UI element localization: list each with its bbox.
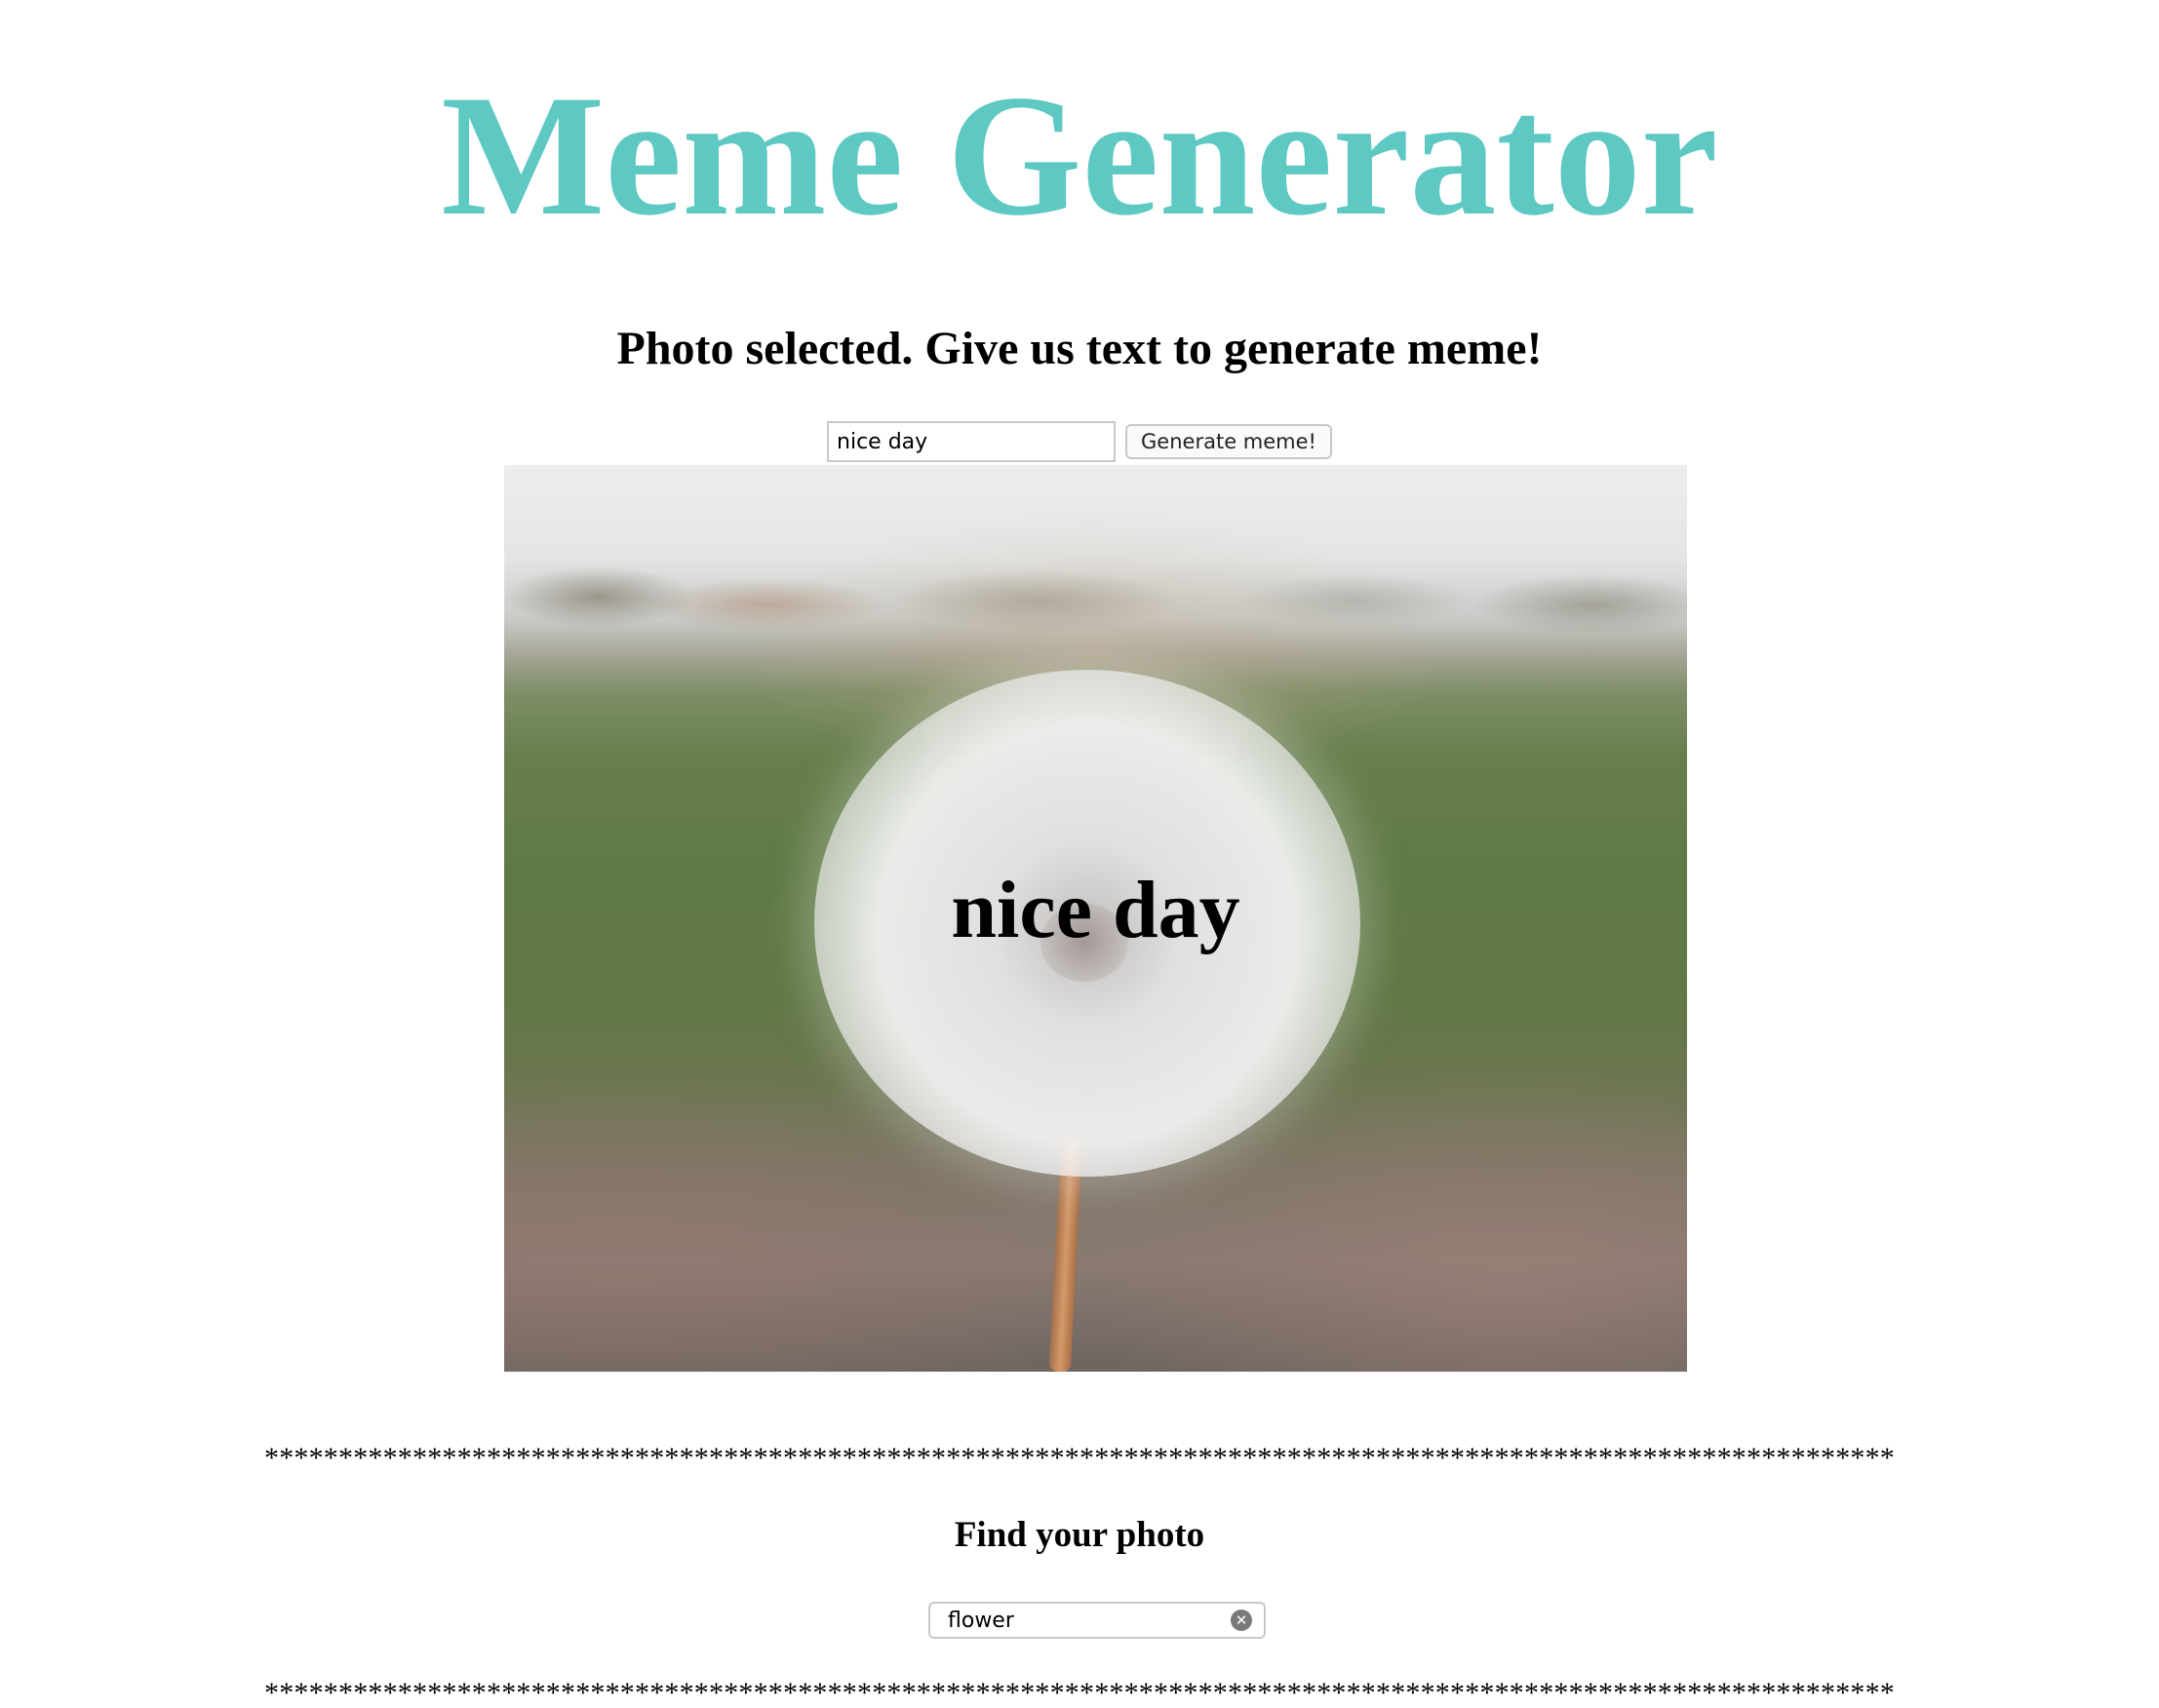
meme-caption: nice day	[951, 865, 1240, 955]
background-trees	[504, 558, 1687, 636]
find-photo-heading: Find your photo	[954, 1515, 1205, 1555]
clear-icon[interactable]: ✕	[1231, 1610, 1252, 1631]
meme-text-input[interactable]	[827, 421, 1117, 462]
generate-meme-button[interactable]: Generate meme!	[1125, 424, 1332, 459]
photo-search-field: ✕	[928, 1602, 1266, 1639]
meme-text-form: Generate meme!	[0, 421, 2159, 462]
status-message: Photo selected. Give us text to generate…	[616, 323, 1543, 374]
meme-image: nice day	[504, 465, 1687, 1372]
separator-top: ****************************************…	[264, 1444, 1895, 1473]
photo-search-input[interactable]	[930, 1606, 1231, 1635]
page-title: Meme Generator	[441, 58, 1718, 252]
separator-bottom: ****************************************…	[264, 1679, 1895, 1708]
